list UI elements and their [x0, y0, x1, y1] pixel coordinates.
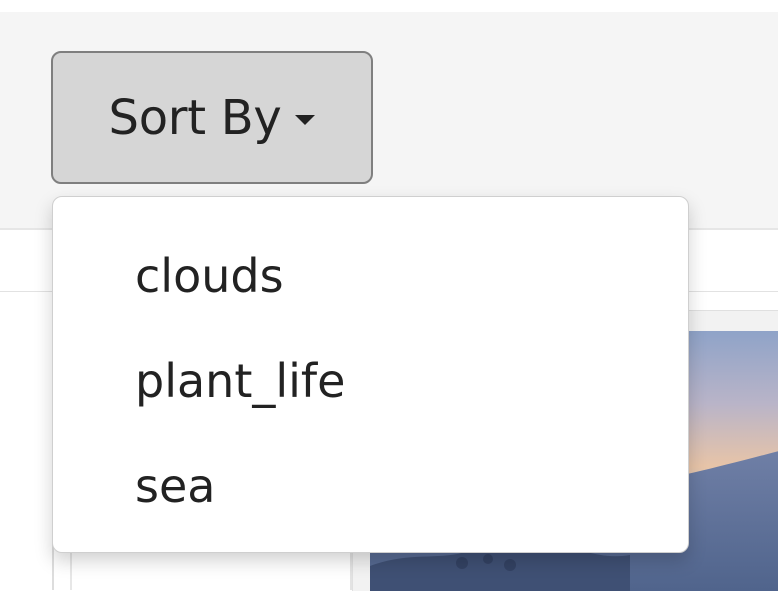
sort-by-label: Sort By: [108, 89, 282, 146]
sort-dropdown-menu[interactable]: clouds plant_life sea: [52, 196, 689, 553]
sort-by-button[interactable]: Sort By: [51, 51, 373, 184]
chevron-down-icon: [295, 114, 316, 125]
menu-item-sea[interactable]: sea: [53, 433, 688, 538]
menu-item-plant-life[interactable]: plant_life: [53, 328, 688, 433]
menu-item-clouds[interactable]: clouds: [53, 223, 688, 328]
